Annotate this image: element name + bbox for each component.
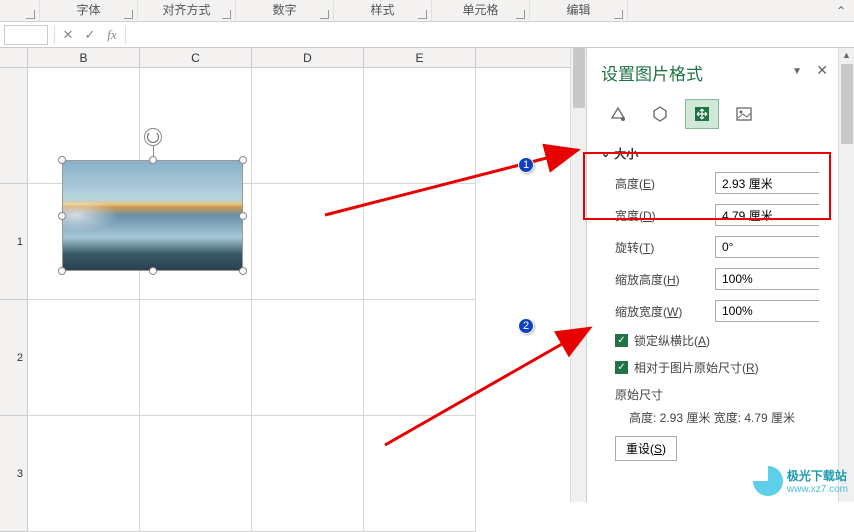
row-header[interactable]: 1 — [0, 184, 28, 300]
row-header[interactable]: 3 — [0, 416, 28, 532]
row-header[interactable]: 2 — [0, 300, 28, 416]
scale-width-spinner[interactable]: ▲▼ — [715, 300, 819, 322]
formula-confirm-button[interactable]: ✓ — [79, 25, 101, 45]
column-header[interactable]: D — [252, 48, 364, 67]
fill-line-tab-icon[interactable] — [601, 99, 635, 129]
ribbon-group-style: 样式 — [334, 0, 432, 21]
ribbon-group — [0, 0, 40, 21]
insert-function-button[interactable]: fx — [101, 25, 123, 45]
resize-handle[interactable] — [149, 156, 157, 164]
resize-handle[interactable] — [239, 267, 247, 275]
resize-handle[interactable] — [58, 212, 66, 220]
rotation-input[interactable] — [716, 237, 854, 257]
scale-width-label: 缩放宽度(W) — [615, 303, 715, 320]
watermark-url: www.xz7.com — [787, 484, 848, 495]
resize-handle[interactable] — [239, 156, 247, 164]
width-label: 宽度(D) — [615, 207, 715, 224]
lock-aspect-checkbox[interactable]: ✓ — [615, 334, 628, 347]
rotation-label: 旋转(T) — [615, 239, 715, 256]
relative-original-label: 相对于图片原始尺寸(R) — [634, 359, 759, 376]
height-input[interactable] — [716, 173, 854, 193]
sheet-vertical-scrollbar[interactable] — [570, 48, 586, 502]
picture-tab-icon[interactable] — [727, 99, 761, 129]
ribbon-group-font: 字体 — [40, 0, 138, 21]
formula-cancel-button[interactable]: ✕ — [57, 25, 79, 45]
formula-bar: ✕ ✓ fx — [0, 22, 854, 48]
size-section-header[interactable]: 大小 — [601, 145, 832, 162]
height-spinner[interactable]: ▲▼ — [715, 172, 819, 194]
annotation-marker-2: 2 — [518, 318, 534, 334]
watermark-name: 极光下载站 — [787, 467, 848, 484]
ribbon-group-edit: 编辑 — [530, 0, 628, 21]
column-header[interactable]: E — [364, 48, 476, 67]
column-header[interactable]: C — [140, 48, 252, 67]
scale-height-input[interactable] — [716, 269, 854, 289]
resize-handle[interactable] — [149, 267, 157, 275]
height-label: 高度(E) — [615, 175, 715, 192]
effects-tab-icon[interactable] — [643, 99, 677, 129]
width-input[interactable] — [716, 205, 854, 225]
picture-content — [62, 160, 243, 271]
formula-input[interactable] — [128, 25, 854, 45]
row-gutter[interactable] — [0, 68, 28, 184]
annotation-marker-1: 1 — [518, 157, 534, 173]
selected-picture[interactable] — [62, 160, 243, 271]
reset-button[interactable]: 重设(S) — [615, 436, 677, 461]
scrollbar-thumb[interactable] — [573, 48, 585, 108]
relative-original-checkbox[interactable]: ✓ — [615, 361, 628, 374]
original-size-label: 原始尺寸 — [601, 386, 832, 403]
spreadsheet-grid[interactable]: B C D E 1 2 3 — [0, 48, 570, 502]
scale-height-label: 缩放高度(H) — [615, 271, 715, 288]
ribbon-group-align: 对齐方式 — [138, 0, 236, 21]
original-size-values: 高度: 2.93 厘米 宽度: 4.79 厘米 — [601, 409, 832, 426]
resize-handle[interactable] — [58, 156, 66, 164]
rotate-handle-icon[interactable] — [144, 128, 162, 146]
panel-options-dropdown[interactable]: ▼ — [792, 66, 802, 77]
scale-width-input[interactable] — [716, 301, 854, 321]
select-all-corner[interactable] — [0, 48, 28, 67]
ribbon-collapse[interactable]: ⌃ — [628, 0, 854, 21]
watermark-logo-icon — [753, 466, 783, 496]
watermark: 极光下载站 www.xz7.com — [753, 466, 848, 496]
resize-handle[interactable] — [58, 267, 66, 275]
column-header[interactable]: B — [28, 48, 140, 67]
scrollbar-thumb[interactable] — [841, 64, 853, 144]
ribbon-group-number: 数字 — [236, 0, 334, 21]
ribbon-group-labels: 字体 对齐方式 数字 样式 单元格 编辑 ⌃ — [0, 0, 854, 22]
rotation-spinner[interactable]: ▲▼ — [715, 236, 819, 258]
resize-handle[interactable] — [239, 212, 247, 220]
lock-aspect-label: 锁定纵横比(A) — [634, 332, 710, 349]
ribbon-group-cell: 单元格 — [432, 0, 530, 21]
name-box[interactable] — [4, 25, 48, 45]
size-properties-tab-icon[interactable] — [685, 99, 719, 129]
width-spinner[interactable]: ▲▼ — [715, 204, 819, 226]
panel-vertical-scrollbar[interactable] — [838, 48, 854, 502]
format-picture-panel: 设置图片格式 ▼ ✕ 大小 高度(E) ▲▼ 宽度(D) ▲▼ 旋转(T) ▲▼ — [586, 48, 854, 502]
scale-height-spinner[interactable]: ▲▼ — [715, 268, 819, 290]
panel-close-button[interactable]: ✕ — [816, 62, 828, 79]
